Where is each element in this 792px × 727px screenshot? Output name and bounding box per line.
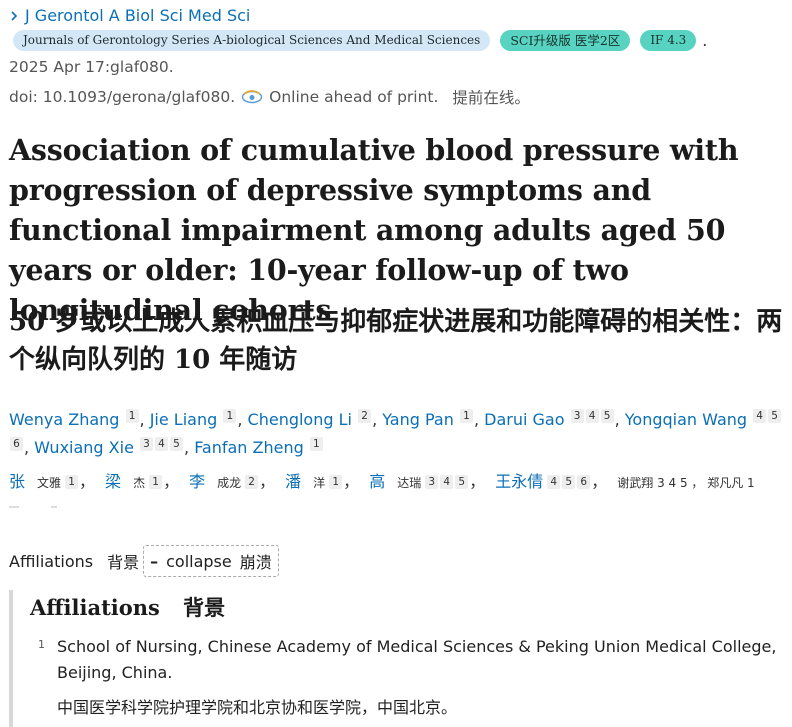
online-status-en: Online ahead of print. (269, 88, 439, 106)
journal-full-name-badge: Journals of Gerontology Series A-biologi… (13, 30, 491, 51)
divider (9, 506, 19, 508)
journal-badges: Journals of Gerontology Series A-biologi… (13, 30, 707, 51)
affiliation-ref-link[interactable]: 3 (140, 437, 154, 451)
impact-factor-badge: IF 4.3 (640, 30, 697, 51)
affiliation-ref-link[interactable]: 6 (10, 437, 23, 451)
affiliation-ref-link[interactable]: 5 (562, 475, 576, 489)
affiliations-toggle: Affiliations 背景 – collapse 崩溃 (9, 545, 279, 577)
divider (51, 506, 57, 508)
author-link[interactable]: Darui Gao (484, 410, 564, 429)
affiliations-heading-en: Affiliations (30, 595, 160, 620)
affiliation-ref-link[interactable]: 1 (125, 409, 139, 423)
author-zh-item: 李成龙 2， (189, 468, 275, 492)
author-link[interactable]: Jie Liang (150, 410, 218, 429)
journal-link[interactable]: J Gerontol A Biol Sci Med Sci (9, 6, 250, 25)
affiliation-ref-link[interactable]: 6 (577, 475, 591, 489)
affiliation-ref-link[interactable]: 4 (753, 409, 767, 423)
affiliation-ref-link[interactable]: 5 (768, 409, 782, 423)
article-page: J Gerontol A Biol Sci Med Sci Journals o… (0, 0, 792, 727)
author-zh-item: 张文雅 1， (9, 468, 95, 492)
author-separator: ， (259, 472, 276, 491)
author-separator: , (372, 410, 383, 429)
author-link[interactable]: Chenglong Li (248, 410, 352, 429)
author-separator: , (473, 410, 485, 429)
affiliation-ref-link[interactable]: 5 (600, 409, 614, 423)
author-zh-item: 潘洋 1， (285, 468, 359, 492)
author-zh-remaining: 谢武翔 3 4 5 ， 郑凡凡 1 (617, 476, 755, 490)
affiliations-heading: Affiliations 背景 (30, 592, 225, 622)
author-link[interactable]: Yang Pan (382, 410, 454, 429)
collapse-affiliations-button[interactable]: – collapse 崩溃 (143, 545, 279, 577)
doi-line: doi: 10.1093/gerona/glaf080. Online ahea… (9, 86, 530, 108)
author-zh-item: 梁杰 1， (105, 468, 179, 492)
affiliation-number: 1 (38, 638, 45, 651)
online-status-icon (241, 90, 263, 104)
affiliation-ref-link[interactable]: 2 (358, 409, 372, 423)
author-separator: , (184, 438, 195, 457)
author-zh-link[interactable]: 张 (9, 472, 25, 491)
affiliation-ref-link[interactable]: 3 (425, 475, 439, 489)
affiliation-ref-link[interactable]: 5 (455, 475, 469, 489)
affiliation-ref-link[interactable]: 4 (155, 437, 169, 451)
author-separator: ， (79, 472, 96, 491)
affiliation-ref-link[interactable]: 4 (547, 475, 561, 489)
affiliation-ref-link[interactable]: 1 (329, 475, 343, 489)
affiliations-heading-zh: 背景 (183, 595, 226, 620)
affiliation-text-zh: 中国医学科学院护理学院和北京协和医学院，中国北京。 (57, 698, 458, 717)
author-separator: ， (343, 472, 360, 491)
article-title-en: Association of cumulative blood pressure… (9, 133, 739, 327)
author-separator: , (614, 410, 625, 429)
affiliation-ref-link[interactable]: 5 (170, 437, 184, 451)
affiliations-label-zh: 背景 (107, 553, 140, 572)
article-title-zh: 50 岁或以上成人累积血压与抑郁症状进展和功能障碍的相关性：两个纵向队列的 10… (9, 307, 783, 375)
author-link[interactable]: Fanfan Zheng (194, 438, 304, 457)
journal-short-name[interactable]: J Gerontol A Biol Sci Med Sci (25, 6, 250, 25)
author-zh-given-name: 成龙 (217, 476, 242, 490)
affiliation-ref-link[interactable]: 4 (440, 475, 454, 489)
author-zh-link[interactable]: 梁 (105, 472, 121, 491)
affiliation-ref-link[interactable]: 4 (585, 409, 599, 423)
author-separator: , (139, 410, 150, 429)
author-separator: ， (163, 472, 180, 491)
affiliation-ref-link[interactable]: 2 (245, 475, 259, 489)
author-zh-given-name: 洋 (313, 476, 326, 490)
affiliation-ref-link[interactable]: 3 (570, 409, 584, 423)
author-link[interactable]: Wuxiang Xie (34, 438, 134, 457)
minus-icon: – (150, 551, 159, 571)
author-zh-link[interactable]: 高 (369, 472, 385, 491)
author-link[interactable]: Yongqian Wang (625, 410, 747, 429)
online-status-zh: 提前在线。 (452, 89, 530, 107)
author-separator: ， (591, 472, 608, 491)
author-zh-link[interactable]: 王永倩 (495, 472, 543, 491)
author-zh-link[interactable]: 李 (189, 472, 205, 491)
author-zh-given-name: 杰 (133, 476, 146, 490)
publication-date: 2025 Apr 17:glaf080. (9, 58, 174, 76)
collapse-label: collapse (166, 551, 232, 571)
author-separator: , (237, 410, 248, 429)
author-zh-link[interactable]: 潘 (285, 472, 301, 491)
doi-text: doi: 10.1093/gerona/glaf080. (9, 88, 236, 106)
author-zh-given-name: 文雅 (37, 476, 62, 490)
affiliation-ref-link[interactable]: 1 (149, 475, 163, 489)
author-list: Wenya Zhang 1, Jie Liang 1, Chenglong Li… (9, 406, 784, 462)
author-zh-item: 王永倩 4 5 6， (495, 468, 607, 492)
affiliation-ref-link[interactable]: 1 (459, 409, 473, 423)
author-zh-given-name: 达瑞 (397, 476, 422, 490)
affiliation-ref-link[interactable]: 1 (309, 437, 323, 451)
author-separator: ， (469, 472, 486, 491)
author-link[interactable]: Wenya Zhang (9, 410, 119, 429)
sci-rank-badge: SCI升级版 医学2区 (500, 30, 631, 51)
author-list-zh: 张文雅 1，梁杰 1，李成龙 2，潘洋 1，高达瑞 3 4 5，王永倩 4 5 6，谢武翔 3 4 … (9, 468, 755, 492)
period-mark: . (702, 31, 708, 50)
affiliation-text-en: School of Nursing, Chinese Academy of Me… (57, 637, 777, 682)
affiliation-ref-link[interactable]: 1 (65, 475, 79, 489)
affiliations-label: Affiliations (9, 551, 94, 571)
author-separator: , (24, 438, 35, 457)
collapse-label-zh: 崩溃 (239, 553, 272, 572)
author-zh-item: 高达瑞 3 4 5， (369, 468, 485, 492)
chevron-right-icon (11, 10, 18, 21)
affiliation-ref-link[interactable]: 1 (223, 409, 237, 423)
